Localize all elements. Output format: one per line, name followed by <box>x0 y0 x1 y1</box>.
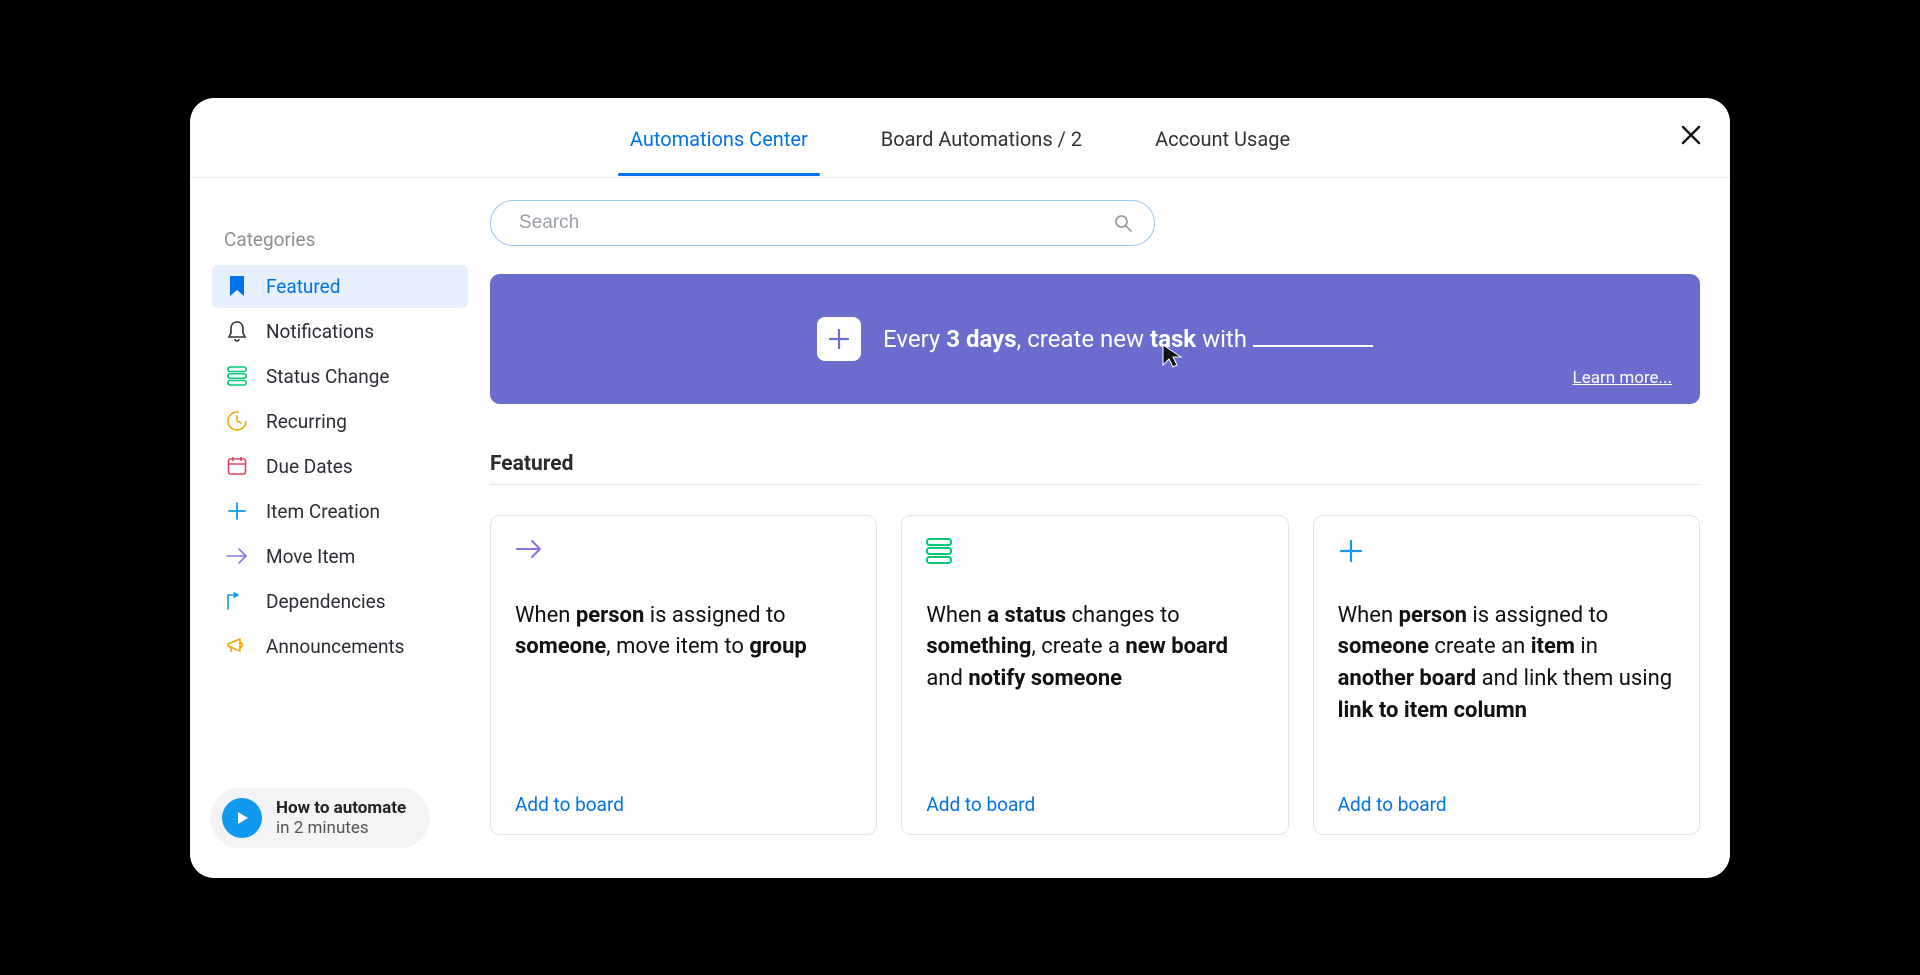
add-to-board-link[interactable]: Add to board <box>926 793 1263 816</box>
help-line2: in 2 minutes <box>276 818 406 838</box>
tb: something <box>926 634 1031 659</box>
status-icon <box>926 538 952 564</box>
banner-blank <box>1253 345 1373 347</box>
tb: someone <box>1338 634 1429 659</box>
sidebar-item-item-creation[interactable]: Item Creation <box>212 490 468 533</box>
t: and link them using <box>1476 666 1672 691</box>
t: , move item to <box>606 634 749 659</box>
bell-icon <box>226 320 248 342</box>
clock-icon <box>226 410 248 432</box>
search-icon <box>1114 214 1132 232</box>
sidebar-item-label: Item Creation <box>266 500 380 523</box>
automation-card[interactable]: When person is assigned to someone, move… <box>490 515 877 835</box>
arrow-right-icon <box>515 538 541 564</box>
help-text: How to automate in 2 minutes <box>276 798 406 838</box>
sidebar-item-label: Notifications <box>266 320 374 343</box>
tb: another board <box>1338 666 1477 691</box>
plus-icon <box>1338 538 1364 564</box>
main: Every 3 days, create new task with Learn… <box>490 178 1730 878</box>
play-icon <box>222 798 262 838</box>
sidebar-item-announcements[interactable]: Announcements <box>212 625 468 668</box>
sidebar-item-notifications[interactable]: Notifications <box>212 310 468 353</box>
cursor-icon <box>1161 343 1183 369</box>
t: in <box>1575 634 1598 659</box>
search-bar[interactable] <box>490 200 1155 246</box>
categories-label: Categories <box>224 228 468 251</box>
help-line1: How to automate <box>276 798 406 818</box>
sidebar-item-dependencies[interactable]: Dependencies <box>212 580 468 623</box>
section-title: Featured <box>490 452 1700 476</box>
close-button[interactable] <box>1680 124 1702 150</box>
tb: group <box>749 634 806 659</box>
t: create an <box>1429 634 1531 659</box>
sidebar-item-featured[interactable]: Featured <box>212 265 468 308</box>
banner-plus-icon <box>817 317 861 361</box>
t: and <box>926 666 968 691</box>
sidebar-item-label: Recurring <box>266 410 347 433</box>
banner-text-segment: , create new <box>1017 325 1150 353</box>
tb: notify someone <box>968 666 1122 691</box>
card-text: When person is assigned to someone, move… <box>515 600 852 775</box>
arrow-right-icon <box>226 545 248 567</box>
tb: item <box>1531 634 1575 659</box>
t: When <box>926 603 987 628</box>
tb: a status <box>987 603 1066 628</box>
sidebar-item-recurring[interactable]: Recurring <box>212 400 468 443</box>
t: , create a <box>1031 634 1125 659</box>
bookmark-icon <box>226 275 248 297</box>
sidebar-item-move-item[interactable]: Move Item <box>212 535 468 578</box>
banner-text-segment: with <box>1196 325 1253 353</box>
how-to-automate-pill[interactable]: How to automate in 2 minutes <box>210 788 430 848</box>
card-text: When person is assigned to someone creat… <box>1338 600 1675 775</box>
learn-more-link[interactable]: Learn more... <box>1573 368 1672 388</box>
tb: new board <box>1125 634 1228 659</box>
add-to-board-link[interactable]: Add to board <box>515 793 852 816</box>
automations-dialog: Automations Center Board Automations / 2… <box>190 98 1730 878</box>
search-input[interactable] <box>519 212 1114 234</box>
t: is assigned to <box>644 603 785 628</box>
sidebar-item-label: Featured <box>266 275 340 298</box>
close-icon <box>1680 124 1702 146</box>
sidebar-item-label: Due Dates <box>266 455 353 478</box>
tab-automations-center[interactable]: Automations Center <box>626 99 812 175</box>
automation-card[interactable]: When a status changes to something, crea… <box>901 515 1288 835</box>
tb: someone <box>515 634 606 659</box>
t: When <box>515 603 576 628</box>
tab-board-automations[interactable]: Board Automations / 2 <box>877 99 1086 175</box>
tb: person <box>1399 603 1467 628</box>
automation-card[interactable]: When person is assigned to someone creat… <box>1313 515 1700 835</box>
t: When <box>1338 603 1399 628</box>
sidebar-item-status-change[interactable]: Status Change <box>212 355 468 398</box>
status-icon <box>226 365 248 387</box>
sidebar-item-label: Status Change <box>266 365 389 388</box>
sidebar-item-label: Move Item <box>266 545 355 568</box>
sidebar: Categories Featured Notifications <box>190 178 490 878</box>
banner-text-segment: Every <box>883 325 946 353</box>
create-automation-banner[interactable]: Every 3 days, create new task with Learn… <box>490 274 1700 404</box>
topbar: Automations Center Board Automations / 2… <box>190 98 1730 178</box>
plus-icon <box>226 500 248 522</box>
sidebar-item-label: Announcements <box>266 635 404 658</box>
calendar-icon <box>226 455 248 477</box>
t: is assigned to <box>1467 603 1608 628</box>
tab-list: Automations Center Board Automations / 2… <box>626 99 1294 175</box>
divider <box>490 484 1700 485</box>
content: Categories Featured Notifications <box>190 178 1730 878</box>
tb: link to item column <box>1338 698 1527 723</box>
banner-text-bold: 3 days <box>946 325 1016 353</box>
dependency-icon <box>226 590 248 612</box>
megaphone-icon <box>226 635 248 657</box>
tab-account-usage[interactable]: Account Usage <box>1151 99 1294 175</box>
banner-text: Every 3 days, create new task with <box>883 325 1373 353</box>
sidebar-item-due-dates[interactable]: Due Dates <box>212 445 468 488</box>
card-text: When a status changes to something, crea… <box>926 600 1263 775</box>
t: changes to <box>1066 603 1180 628</box>
sidebar-item-label: Dependencies <box>266 590 386 613</box>
add-to-board-link[interactable]: Add to board <box>1338 793 1675 816</box>
cards-row: When person is assigned to someone, move… <box>490 515 1700 835</box>
tb: person <box>576 603 644 628</box>
